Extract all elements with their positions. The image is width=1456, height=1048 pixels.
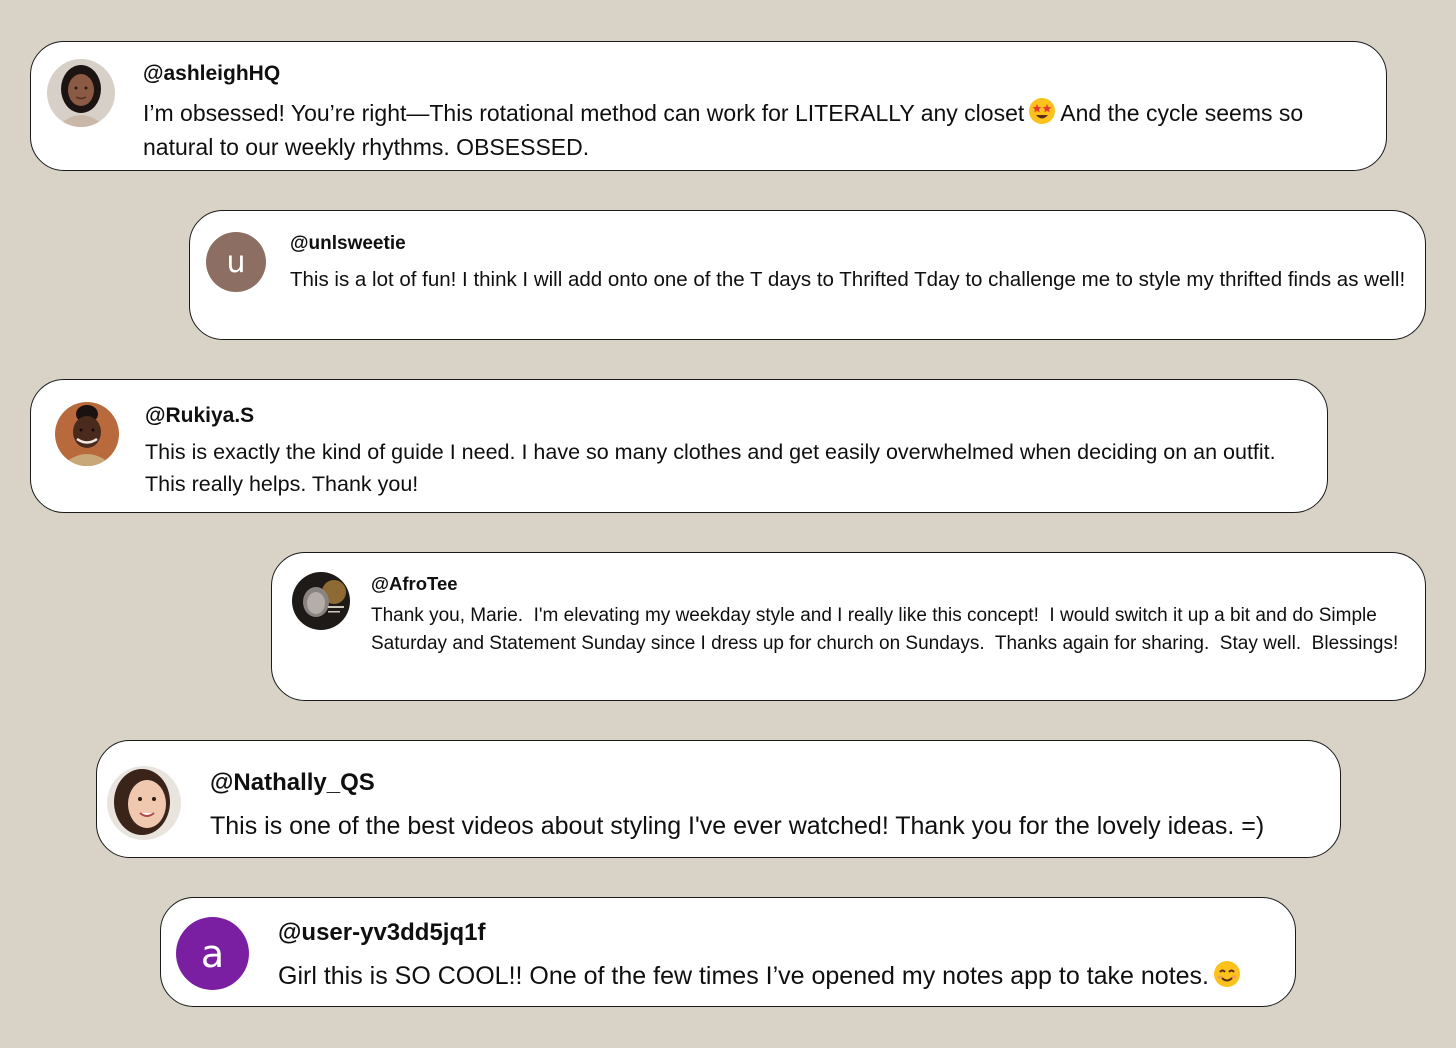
comment-text-part: Girl this is SO COOL!! One of the few ti… bbox=[278, 962, 1209, 990]
comment-text: This is a lot of fun! I think I will add… bbox=[290, 268, 1406, 291]
comment-text: Thank you, Marie. I'm elevating my weekd… bbox=[371, 605, 1399, 654]
comment-author-handle[interactable]: @Nathally_QS bbox=[210, 769, 375, 797]
comment-text: This is exactly the kind of guide I need… bbox=[145, 440, 1276, 496]
user-avatar[interactable] bbox=[292, 572, 350, 630]
comment-card: @Nathally_QS This is one of the best vid… bbox=[96, 740, 1341, 858]
avatar-letter: a bbox=[200, 931, 225, 976]
comment-author-handle[interactable]: @ashleighHQ bbox=[143, 62, 280, 86]
user-avatar[interactable] bbox=[55, 402, 119, 466]
comment-author-handle[interactable]: @user-yv3dd5jq1f bbox=[278, 919, 485, 947]
comment-card: @ashleighHQ I’m obsessed! You’re right—T… bbox=[30, 41, 1387, 171]
comment-card: a @user-yv3dd5jq1f Girl this is SO COOL!… bbox=[160, 897, 1296, 1007]
user-avatar[interactable] bbox=[107, 766, 181, 840]
comment-card: @Rukiya.S This is exactly the kind of gu… bbox=[30, 379, 1328, 513]
user-avatar[interactable] bbox=[47, 59, 115, 127]
comment-author-handle[interactable]: @AfroTee bbox=[371, 573, 458, 595]
smiling-face-emoji-icon bbox=[1213, 960, 1241, 988]
comment-card: @AfroTee Thank you, Marie. I'm elevating… bbox=[271, 552, 1426, 701]
comment-text-part: I’m obsessed! You’re right—This rotation… bbox=[143, 100, 1025, 126]
star-struck-emoji-icon bbox=[1028, 97, 1056, 125]
comment-text: I’m obsessed! You’re right—This rotation… bbox=[143, 96, 1363, 164]
comment-author-handle[interactable]: @Rukiya.S bbox=[145, 404, 254, 428]
user-avatar[interactable]: a bbox=[176, 917, 249, 990]
comment-author-handle[interactable]: @unlsweetie bbox=[290, 233, 406, 255]
avatar-letter: u bbox=[226, 244, 246, 280]
comment-card: u @unlsweetie This is a lot of fun! I th… bbox=[189, 210, 1426, 340]
user-avatar[interactable]: u bbox=[206, 232, 266, 292]
comment-text: Girl this is SO COOL!! One of the few ti… bbox=[278, 958, 1278, 994]
comment-text: This is one of the best videos about sty… bbox=[210, 812, 1265, 840]
